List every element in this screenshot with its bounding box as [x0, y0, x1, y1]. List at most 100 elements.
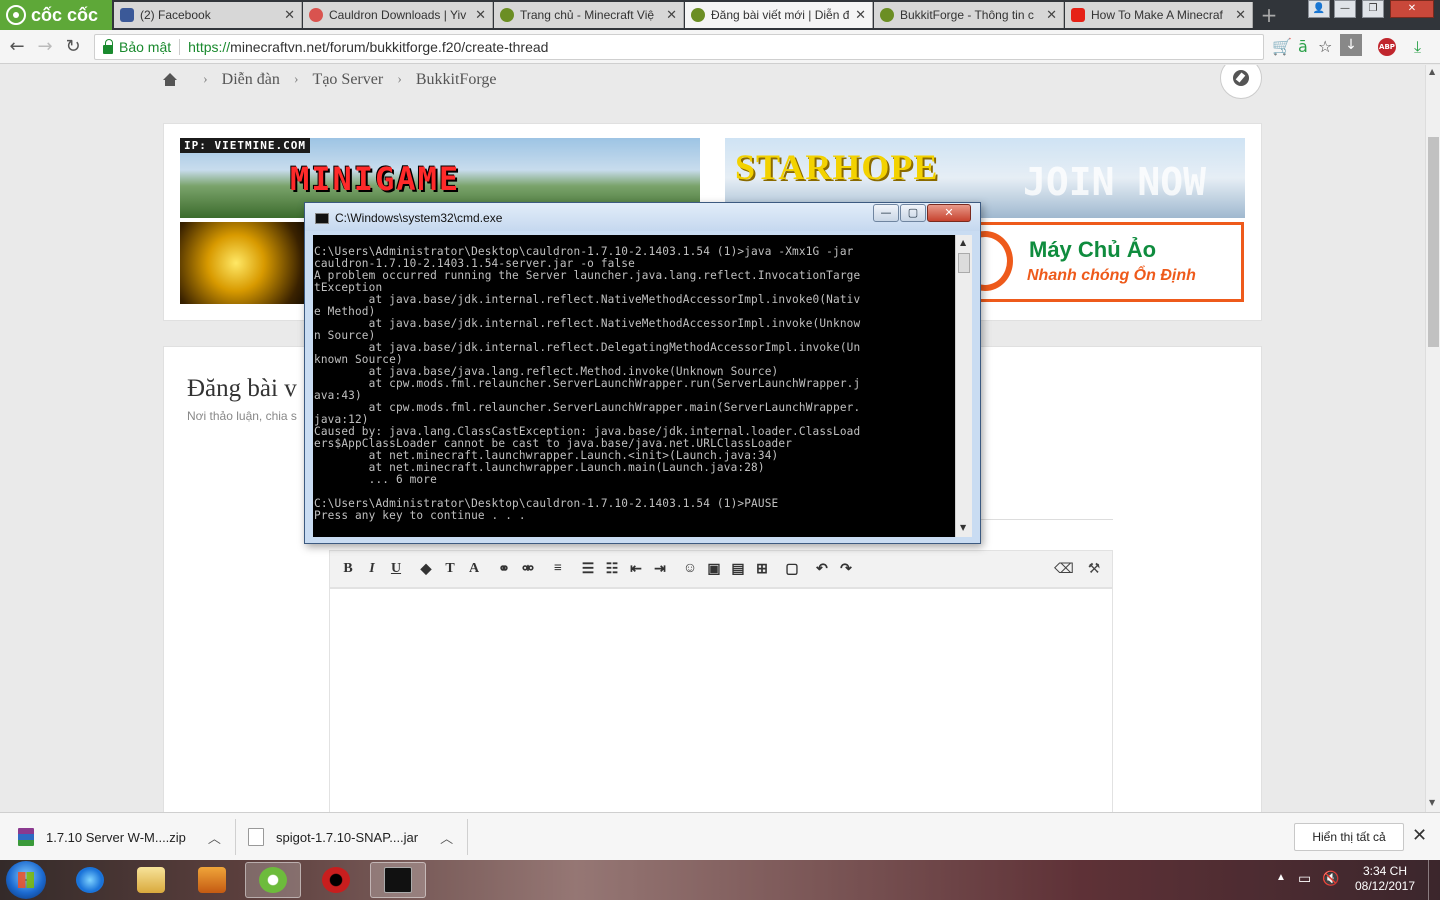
tab-create-thread[interactable]: Đăng bài viết mới | Diễn đ ✕ [685, 2, 873, 28]
cmd-title-bar[interactable]: C:\Windows\system32\cmd.exe — ▢ ✕ [305, 203, 980, 231]
taskbar-app[interactable] [308, 862, 364, 898]
close-icon[interactable]: ✕ [855, 7, 866, 23]
scroll-thumb[interactable] [958, 253, 970, 273]
cmd-close-button[interactable]: ✕ [927, 204, 971, 222]
bookmark-star-icon[interactable]: ☆ [1318, 37, 1332, 56]
start-button[interactable] [6, 861, 46, 899]
cmd-console[interactable]: C:\Users\Administrator\Desktop\cauldron-… [313, 235, 955, 537]
tab-minecraftvn-home[interactable]: Trang chủ - Minecraft Việ ✕ [494, 2, 684, 28]
vps-banner[interactable]: Máy Chủ Ảo Nhanh chóng Ổn Định [974, 222, 1244, 302]
wrench-icon[interactable]: ⚒ [1082, 557, 1106, 581]
close-icon[interactable]: ✕ [666, 7, 677, 23]
minecraft-icon [880, 8, 894, 22]
explore-button[interactable] [1220, 65, 1262, 99]
scroll-up-icon[interactable]: ▲ [1429, 67, 1435, 76]
link-icon[interactable]: ⚭ [492, 557, 516, 581]
back-button[interactable]: ← [6, 36, 28, 58]
scroll-thumb[interactable] [1428, 137, 1439, 347]
banner-subtitle: Nhanh chóng Ổn Định [1027, 267, 1196, 284]
download-filename: 1.7.10 Server W-M....zip [46, 829, 186, 845]
address-bar[interactable]: Bảo mật https://minecraftvn.net/forum/bu… [94, 34, 1264, 60]
breadcrumb-forum[interactable]: Diễn đàn [222, 71, 280, 89]
forward-button[interactable]: → [34, 36, 56, 58]
maximize-button[interactable]: ❐ [1362, 0, 1384, 18]
scroll-down-icon[interactable]: ▼ [1429, 798, 1435, 807]
unlink-icon[interactable]: ⚮ [516, 557, 540, 581]
user-icon[interactable]: 👤 [1308, 0, 1330, 18]
cmd-maximize-button[interactable]: ▢ [900, 204, 926, 222]
close-window-button[interactable]: ✕ [1390, 0, 1434, 18]
eraser-icon[interactable]: ⌫ [1052, 557, 1076, 581]
fire-banner[interactable] [180, 222, 320, 304]
smilie-icon[interactable]: ☺ [678, 557, 702, 581]
cmd-window[interactable]: C:\Windows\system32\cmd.exe — ▢ ✕ C:\Use… [304, 202, 981, 544]
page-scrollbar[interactable]: ▲ ▼ [1425, 65, 1440, 812]
tab-cauldron[interactable]: Cauldron Downloads | Yiv ✕ [303, 2, 493, 28]
numbered-list-icon[interactable]: ☷ [600, 557, 624, 581]
tray-expand-icon[interactable]: ▲ [1276, 872, 1286, 900]
close-icon[interactable]: ✕ [1235, 7, 1246, 23]
media-player-icon [198, 867, 226, 893]
browser-brand[interactable]: cốc cốc [0, 0, 112, 30]
clock[interactable]: 3:34 CH 08/12/2017 [1350, 864, 1420, 900]
adblock-icon[interactable]: ABP [1378, 38, 1396, 56]
page-subtitle: Nơi thảo luận, chia s [187, 409, 297, 423]
undo-icon[interactable]: ↶ [810, 557, 834, 581]
translate-icon[interactable]: ā [1298, 37, 1308, 56]
taskbar-ie[interactable] [62, 862, 118, 898]
taskbar-media-player[interactable] [184, 862, 240, 898]
italic-button[interactable]: I [360, 557, 384, 581]
outdent-icon[interactable]: ⇤ [624, 557, 648, 581]
close-icon[interactable]: ✕ [284, 7, 295, 23]
minimize-button[interactable]: — [1334, 0, 1356, 18]
show-all-downloads-button[interactable]: Hiển thị tất cả [1294, 823, 1404, 851]
download-item[interactable]: spigot-1.7.10-SNAP....jar ︿ [248, 819, 469, 855]
bold-button[interactable]: B [336, 557, 360, 581]
volume-muted-icon[interactable]: 🔇 [1322, 870, 1339, 900]
home-icon[interactable] [163, 73, 177, 87]
download-item[interactable]: 1.7.10 Server W-M....zip ︿ [18, 819, 236, 855]
download-arrow-icon[interactable]: ↓ [1340, 34, 1362, 56]
scroll-up-icon[interactable]: ▲ [960, 238, 966, 247]
taskbar-explorer[interactable] [123, 862, 179, 898]
text-color-icon[interactable]: ◆ [414, 557, 438, 581]
save-draft-icon[interactable]: ▢ [780, 557, 804, 581]
youtube-icon [1071, 8, 1085, 22]
font-size-icon[interactable]: T [438, 557, 462, 581]
image-icon[interactable]: ▣ [702, 557, 726, 581]
underline-button[interactable]: U [384, 557, 408, 581]
close-icon[interactable]: ✕ [1412, 825, 1427, 846]
taskbar-coccoc[interactable] [245, 862, 301, 898]
close-icon[interactable]: ✕ [1046, 7, 1057, 23]
network-icon[interactable]: ▭ [1298, 870, 1311, 900]
redo-icon[interactable]: ↷ [834, 557, 858, 581]
align-icon[interactable]: ≡ [546, 557, 570, 581]
tab-facebook[interactable]: (2) Facebook ✕ [114, 2, 302, 28]
indent-icon[interactable]: ⇥ [648, 557, 672, 581]
chevron-up-icon[interactable]: ︿ [208, 828, 221, 847]
cmd-minimize-button[interactable]: — [873, 204, 899, 222]
save-download-icon[interactable]: ⤓ [1414, 37, 1421, 57]
font-family-icon[interactable]: A [462, 557, 486, 581]
shopping-cart-icon[interactable]: 🛒 [1272, 37, 1292, 56]
taskbar-cmd[interactable] [370, 862, 426, 898]
message-editor[interactable] [329, 588, 1113, 812]
tab-youtube[interactable]: How To Make A Minecraf ✕ [1065, 2, 1253, 28]
cmd-scrollbar[interactable]: ▲ ▼ [955, 235, 972, 537]
tab-title: Trang chủ - Minecraft Việ [520, 8, 655, 22]
media-icon[interactable]: ▤ [726, 557, 750, 581]
chevron-up-icon[interactable]: ︿ [440, 828, 453, 847]
scroll-down-icon[interactable]: ▼ [960, 523, 966, 532]
bullet-list-icon[interactable]: ☰ [576, 557, 600, 581]
close-icon[interactable]: ✕ [475, 7, 486, 23]
reload-button[interactable]: ↻ [62, 36, 84, 58]
breadcrumb-create-server[interactable]: Tạo Server [313, 71, 384, 89]
banner-title: STARHOPE [735, 147, 939, 187]
show-desktop-button[interactable] [1428, 860, 1440, 900]
breadcrumb-bukkitforge[interactable]: BukkitForge [416, 71, 497, 89]
new-tab-button[interactable]: + [1256, 4, 1282, 26]
url-text[interactable]: https://minecraftvn.net/forum/bukkitforg… [188, 39, 548, 55]
insert-icon[interactable]: ⊞ [750, 557, 774, 581]
console-output: C:\Users\Administrator\Desktop\cauldron-… [314, 245, 861, 522]
tab-bukkitforge[interactable]: BukkitForge - Thông tin c ✕ [874, 2, 1064, 28]
